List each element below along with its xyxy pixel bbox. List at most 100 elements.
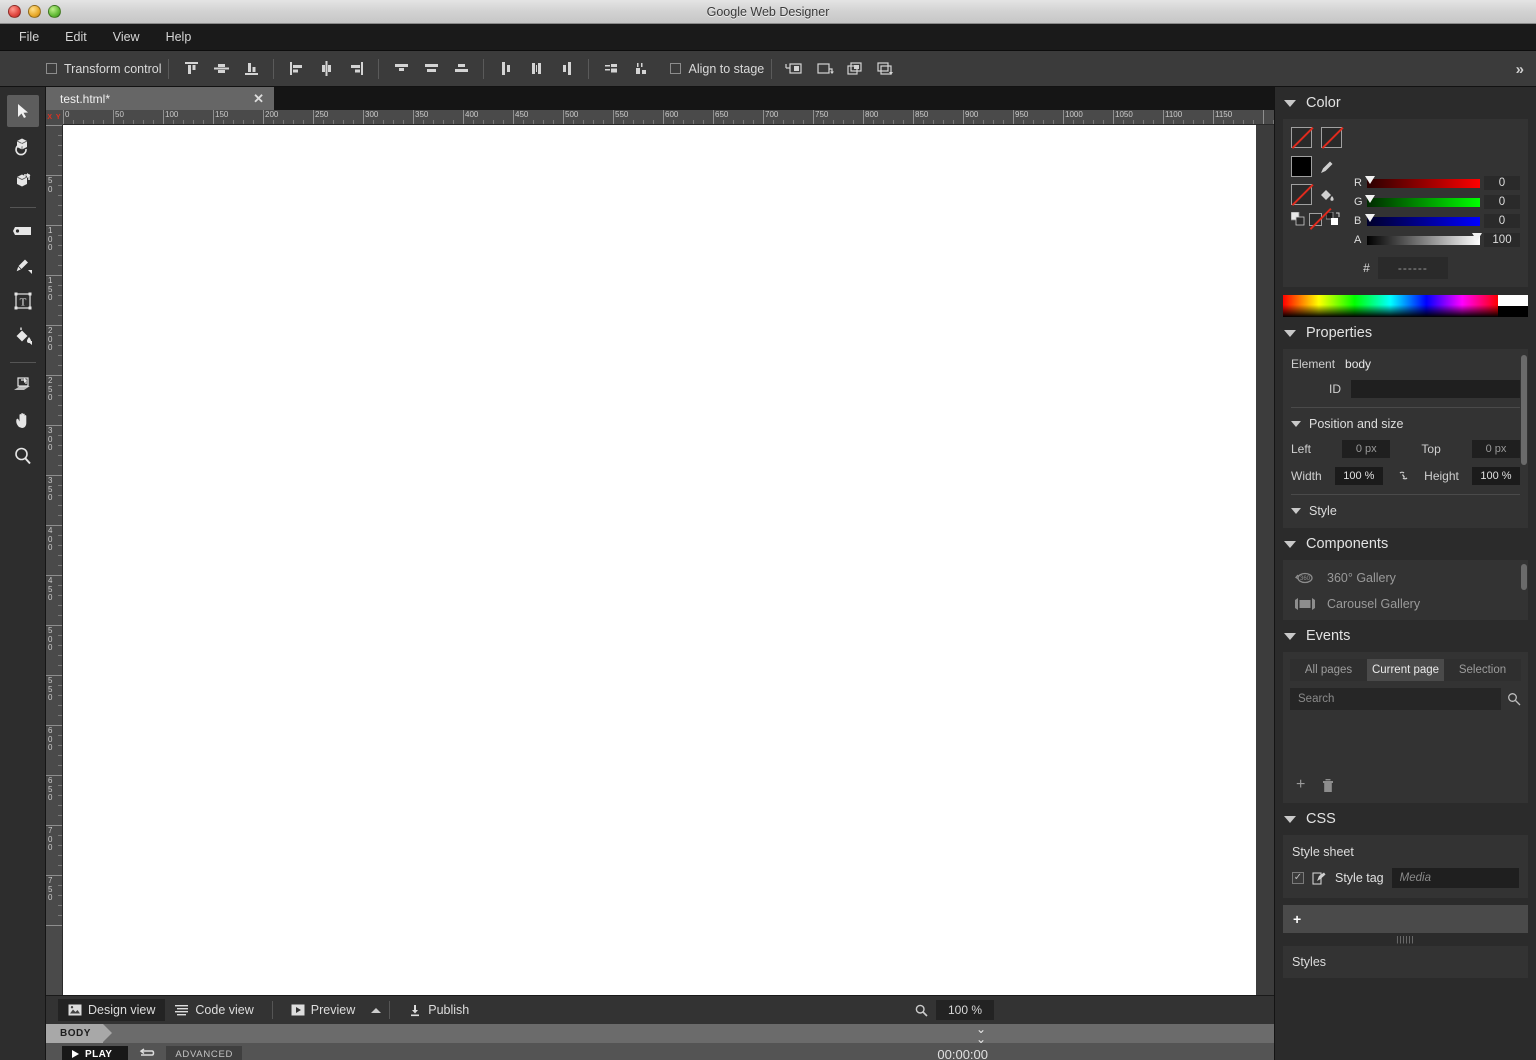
match-size-height-button[interactable]	[626, 55, 656, 83]
left-input[interactable]: 0 px	[1342, 440, 1391, 458]
channel-a-knob[interactable]	[1472, 232, 1482, 241]
distribute-horizontal-center-button[interactable]	[521, 55, 551, 83]
channel-r-value[interactable]: 0	[1484, 176, 1520, 190]
events-tab-all-pages[interactable]: All pages	[1290, 659, 1367, 681]
design-view-button[interactable]: Design view	[58, 999, 166, 1021]
menu-edit[interactable]: Edit	[52, 26, 100, 48]
events-tab-selection[interactable]: Selection	[1444, 659, 1521, 681]
component-carousel-gallery[interactable]: Carousel Gallery	[1291, 592, 1520, 616]
advanced-mode-button[interactable]: ADVANCED	[166, 1045, 243, 1060]
distribute-right-button[interactable]	[551, 55, 581, 83]
pencil-icon[interactable]	[1319, 159, 1335, 175]
channel-g-track[interactable]	[1365, 194, 1480, 207]
channel-a-track[interactable]	[1367, 232, 1482, 245]
spectrum-gradient[interactable]	[1283, 295, 1498, 317]
timeline-collapse-icon[interactable]: ⌄ ⌄	[976, 1023, 986, 1045]
style-subsection-header[interactable]: Style	[1291, 504, 1520, 518]
events-tab-current-page[interactable]: Current page	[1367, 659, 1444, 681]
ruler-origin-label[interactable]: X Y	[46, 110, 63, 125]
zoom-level-input[interactable]: 100 %	[935, 1000, 994, 1020]
align-left-button[interactable]	[281, 55, 311, 83]
breadcrumb-body[interactable]: BODY	[46, 1024, 112, 1043]
send-backward-button[interactable]	[869, 55, 899, 83]
tag-tool[interactable]	[7, 215, 39, 247]
channel-g-knob[interactable]	[1365, 194, 1375, 203]
width-input[interactable]: 100 %	[1334, 467, 1383, 485]
link-aspect-ratio-icon[interactable]	[1396, 469, 1411, 483]
play-button[interactable]: PLAY	[62, 1045, 129, 1060]
text-tool[interactable]: T	[7, 285, 39, 317]
hand-tool[interactable]	[7, 405, 39, 437]
align-horizontal-center-button[interactable]	[311, 55, 341, 83]
channel-r[interactable]: R 0	[1354, 175, 1520, 190]
properties-scrollbar[interactable]	[1521, 355, 1527, 465]
distribute-top-button[interactable]	[386, 55, 416, 83]
zoom-tool[interactable]	[7, 440, 39, 472]
media-query-input[interactable]: Media	[1391, 868, 1519, 888]
panel-resize-grip[interactable]: ||||||	[1275, 935, 1536, 944]
code-view-button[interactable]: Code view	[165, 999, 263, 1021]
channel-r-track[interactable]	[1365, 175, 1480, 188]
properties-section-header[interactable]: Properties	[1275, 317, 1536, 349]
close-tab-icon[interactable]: ✕	[253, 91, 264, 107]
bring-to-front-button[interactable]	[779, 55, 809, 83]
channel-r-knob[interactable]	[1365, 175, 1375, 184]
channel-b-track[interactable]	[1365, 213, 1480, 226]
edit-style-icon[interactable]	[1312, 871, 1327, 886]
components-scrollbar[interactable]	[1521, 564, 1527, 590]
selection-tool[interactable]	[6, 95, 39, 127]
distribute-vertical-center-button[interactable]	[416, 55, 446, 83]
color-section-header[interactable]: Color	[1275, 87, 1536, 119]
spectrum-black-white[interactable]	[1498, 295, 1528, 317]
search-icon[interactable]	[1507, 692, 1521, 706]
id-input[interactable]	[1351, 380, 1520, 398]
design-stage[interactable]	[63, 125, 1256, 995]
swap-colors-icon[interactable]	[1291, 212, 1305, 226]
reset-colors-icon[interactable]	[1326, 212, 1340, 226]
3d-rotate-tool[interactable]	[7, 130, 39, 162]
loop-icon[interactable]	[138, 1047, 156, 1060]
channel-g-value[interactable]: 0	[1484, 195, 1520, 209]
stroke-color-swatch[interactable]	[1291, 156, 1312, 177]
components-tool[interactable]	[7, 370, 39, 402]
send-to-back-button[interactable]	[809, 55, 839, 83]
channel-a-value[interactable]: 100	[1484, 233, 1520, 247]
add-style-sheet-button[interactable]: +	[1283, 905, 1528, 933]
add-event-button[interactable]: +	[1296, 777, 1305, 794]
match-size-width-button[interactable]	[596, 55, 626, 83]
stroke-none-swatch[interactable]	[1321, 127, 1342, 148]
vertical-ruler[interactable]: 50 100 150 200 250 300 350 400 450 500 550 600 650 70…	[46, 125, 63, 995]
distribute-bottom-button[interactable]	[446, 55, 476, 83]
paint-bucket-icon[interactable]	[1319, 187, 1336, 203]
style-tag-checkbox[interactable]: ✓	[1292, 872, 1304, 884]
css-section-header[interactable]: CSS	[1275, 803, 1536, 835]
fill-none-swatch[interactable]	[1291, 127, 1312, 148]
hex-input[interactable]: ------	[1377, 257, 1448, 279]
transform-control-checkbox[interactable]: Transform control	[46, 62, 161, 76]
channel-b-value[interactable]: 0	[1484, 214, 1520, 228]
align-to-stage-checkbox[interactable]: Align to stage	[670, 62, 764, 76]
toolbar-overflow-button[interactable]: »	[1508, 51, 1530, 87]
menu-file[interactable]: File	[6, 26, 52, 48]
align-right-button[interactable]	[341, 55, 371, 83]
menu-help[interactable]: Help	[153, 26, 205, 48]
menu-view[interactable]: View	[100, 26, 153, 48]
paint-bucket-tool[interactable]	[7, 320, 39, 352]
distribute-left-button[interactable]	[491, 55, 521, 83]
components-section-header[interactable]: Components	[1275, 528, 1536, 560]
align-bottom-button[interactable]	[236, 55, 266, 83]
pen-tool[interactable]	[7, 250, 39, 282]
events-search-input[interactable]: Search	[1290, 688, 1501, 710]
bring-forward-button[interactable]	[839, 55, 869, 83]
position-and-size-header[interactable]: Position and size	[1291, 417, 1520, 431]
events-section-header[interactable]: Events	[1275, 620, 1536, 652]
height-input[interactable]: 100 %	[1472, 467, 1520, 485]
channel-b[interactable]: B 0	[1354, 213, 1520, 228]
channel-g[interactable]: G 0	[1354, 194, 1520, 209]
document-tab[interactable]: test.html* ✕	[46, 87, 274, 110]
component-360-gallery[interactable]: 360 360° Gallery	[1291, 564, 1520, 592]
no-color-button[interactable]	[1309, 212, 1322, 226]
align-top-button[interactable]	[176, 55, 206, 83]
align-vertical-center-button[interactable]	[206, 55, 236, 83]
horizontal-ruler[interactable]: 0 50 100 150 200 250 300 350 400 450 500 550 600 650 7…	[63, 110, 1274, 125]
